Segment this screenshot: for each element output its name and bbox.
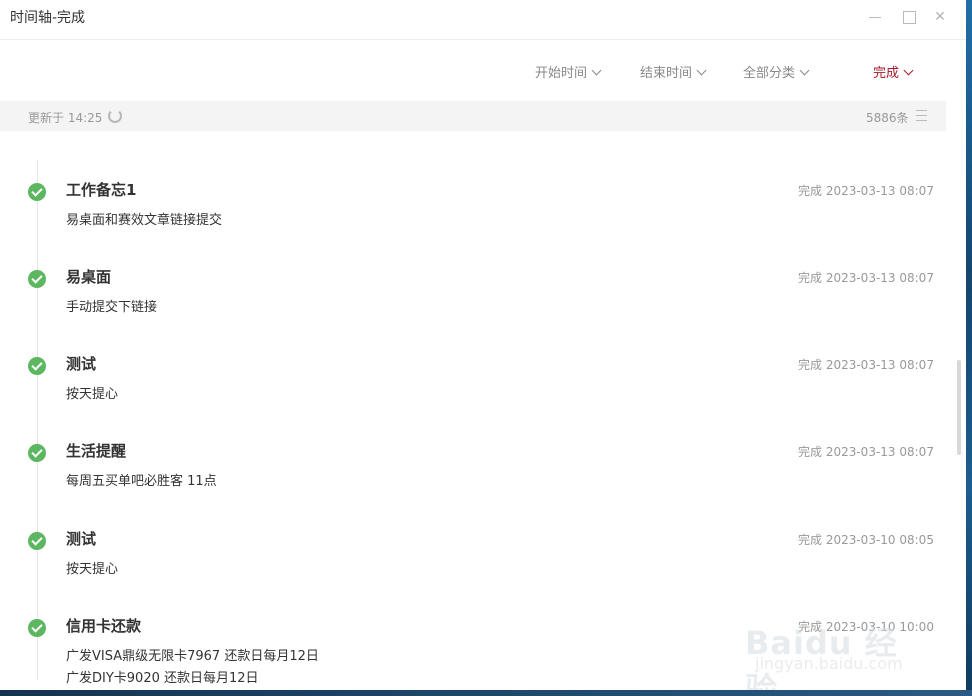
timeline-entry[interactable]: 生活提醒 完成 2023-03-13 08:07 每周五买单吧必胜客 11点 [0,440,946,526]
entry-completed-time: 完成 2023-03-13 08:07 [798,184,934,198]
minimize-button[interactable] [866,8,884,26]
chevron-down-icon [799,65,810,76]
title-bar: 时间轴-完成 ✕ [0,0,966,34]
check-icon [28,357,46,375]
minimize-icon [869,17,881,18]
entry-completed-time: 完成 2023-03-13 08:07 [798,358,934,372]
start-time-filter[interactable]: 开始时间 [535,62,602,81]
check-icon [28,619,46,637]
entry-description: 易桌面和赛效文章链接提交 [66,213,223,228]
maximize-button[interactable] [900,8,918,26]
close-button[interactable]: ✕ [931,8,949,26]
start-time-label: 开始时间 [535,66,588,81]
watermark-url: jingyan.baidu.com [755,654,903,673]
entry-title: 信用卡还款 [66,617,142,635]
entry-description: 广发VISA鼎级无限卡7967 还款日每月12日 [66,649,319,664]
entry-description: 按天提心 [66,562,119,577]
taskbar-edge [0,690,972,696]
timeline-window: 时间轴-完成 ✕ 开始时间 结束时间 全部分类 完成 更新于 14:25 588… [0,0,966,690]
status-filter-label: 完成 [873,66,900,81]
list-menu-icon[interactable] [916,110,927,121]
category-label: 全部分类 [743,66,796,81]
title-divider [0,39,966,40]
entry-title: 测试 [66,530,97,548]
check-icon [28,532,46,550]
window-title: 时间轴-完成 [10,10,86,26]
baidu-watermark: Baidu 经验 jingyan.baidu.com [745,588,925,690]
item-count: 5886条 [866,111,909,125]
close-icon: ✕ [934,9,946,25]
entry-description-line2: 广发DIY卡9020 还款日每月12日 [66,671,259,686]
check-icon [28,183,46,201]
timeline-entry[interactable]: 易桌面 完成 2023-03-13 08:07 手动提交下链接 [0,266,946,352]
entry-title: 测试 [66,355,97,373]
category-filter[interactable]: 全部分类 [743,62,810,81]
chevron-down-icon [903,65,914,76]
refresh-icon[interactable] [108,109,122,123]
entry-description: 按天提心 [66,387,119,402]
chevron-down-icon [591,65,602,76]
entry-completed-time: 完成 2023-03-10 08:05 [798,533,934,547]
entry-description: 手动提交下链接 [66,300,158,315]
desktop-background [966,0,972,696]
end-time-label: 结束时间 [640,66,693,81]
entry-completed-time: 完成 2023-03-13 08:07 [798,445,934,459]
entry-title: 工作备忘1 [66,181,137,199]
entry-completed-time: 完成 2023-03-13 08:07 [798,271,934,285]
check-icon [28,444,46,462]
entry-title: 易桌面 [66,268,112,286]
end-time-filter[interactable]: 结束时间 [640,62,707,81]
entry-description: 每周五买单吧必胜客 11点 [66,474,217,489]
chevron-down-icon [696,65,707,76]
entry-title: 生活提醒 [66,442,127,460]
check-icon [28,270,46,288]
status-filter[interactable]: 完成 [873,62,914,81]
timeline-entry[interactable]: 工作备忘1 完成 2023-03-13 08:07 易桌面和赛效文章链接提交 [0,179,946,265]
updated-time: 更新于 14:25 [28,111,103,125]
scrollbar-thumb[interactable] [957,360,961,455]
maximize-icon [903,11,916,24]
timeline-entry[interactable]: 测试 完成 2023-03-13 08:07 按天提心 [0,353,946,439]
status-bar: 更新于 14:25 5886条 [0,101,946,131]
